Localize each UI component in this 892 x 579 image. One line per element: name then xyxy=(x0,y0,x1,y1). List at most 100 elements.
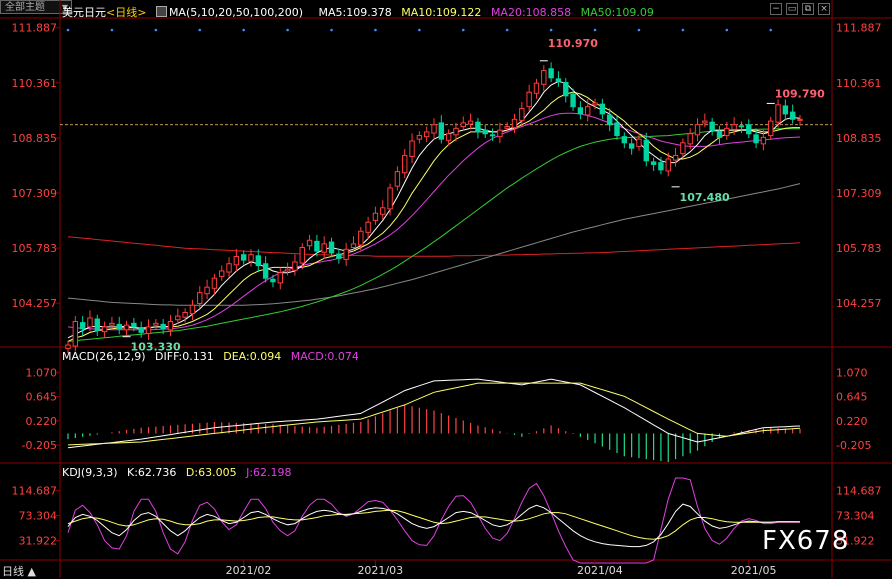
candle-body xyxy=(175,315,181,321)
event-dot xyxy=(198,28,202,32)
candle-body xyxy=(606,114,613,126)
event-dot xyxy=(725,28,729,32)
chart-canvas[interactable]: 111.887 110.361 108.835 107.309 105.783 104.2… xyxy=(0,0,892,578)
x-tick-label: 2021/02 xyxy=(226,564,272,577)
price-annotation: 103.330 xyxy=(131,341,181,354)
macd-panel xyxy=(67,378,801,462)
candle-body xyxy=(658,162,664,171)
candle-body xyxy=(702,120,708,124)
candle-body xyxy=(365,221,371,233)
y-tick-label-right: 104.257 xyxy=(836,297,882,310)
candle-body xyxy=(797,118,803,121)
candle-body xyxy=(211,277,218,289)
candle-body xyxy=(467,120,474,125)
candle-body xyxy=(372,212,379,221)
candle-body xyxy=(189,304,196,315)
candle-body xyxy=(628,143,635,149)
candle-body xyxy=(636,138,642,147)
event-dot xyxy=(374,28,377,32)
candle-body xyxy=(614,122,620,137)
right-axis: 111.887 110.361 108.835 107.309 105.783 104.2… xyxy=(836,22,882,548)
event-dot xyxy=(110,28,114,32)
candle-body xyxy=(621,136,628,144)
event-dot xyxy=(418,28,421,32)
period-tab[interactable]: 日线 ▲ xyxy=(2,563,36,579)
x-tick-label: 2021/04 xyxy=(577,564,623,577)
candle-body xyxy=(409,140,415,158)
y-tick-label-right: 0.645 xyxy=(836,391,868,404)
candle-body xyxy=(789,111,796,120)
candle-body xyxy=(526,91,532,108)
candle-body xyxy=(416,135,423,140)
event-dot xyxy=(681,28,685,32)
candle-body xyxy=(394,171,401,187)
y-tick-label-left: 110.361 xyxy=(12,77,58,90)
y-tick-label-left: 0.220 xyxy=(26,415,58,428)
y-tick-label-left: 0.645 xyxy=(26,391,58,404)
event-dot xyxy=(549,28,553,32)
candle-body xyxy=(226,263,232,273)
event-dot xyxy=(154,28,158,32)
candle-body xyxy=(694,124,701,136)
event-dot xyxy=(637,28,641,32)
candle-body xyxy=(504,126,510,129)
event-dot xyxy=(461,28,465,32)
candle-body xyxy=(563,81,569,97)
period-tab-label: 日线 ▲ xyxy=(2,565,36,578)
candle-body xyxy=(292,261,298,271)
candle-body xyxy=(387,187,393,210)
chart-window: { "header": { "symbol": "美元日元", "period"… xyxy=(0,0,892,578)
ma200-line xyxy=(67,236,801,257)
candle-body xyxy=(402,154,408,174)
moving-averages xyxy=(60,80,832,342)
candle-body xyxy=(116,323,122,330)
candle-body xyxy=(204,286,210,295)
candle-body xyxy=(775,104,781,123)
y-tick-label-right: 108.835 xyxy=(836,132,882,145)
kdj-k-line xyxy=(67,503,801,548)
y-tick-label-left: -0.205 xyxy=(22,439,57,452)
candle-body xyxy=(167,321,174,331)
candle-body xyxy=(438,122,445,140)
event-dot xyxy=(242,28,245,32)
candle-body xyxy=(321,243,327,253)
candle-body xyxy=(299,247,305,264)
price-annotation: 109.790 xyxy=(775,87,825,100)
candle-body xyxy=(782,105,789,115)
candle-body xyxy=(768,120,774,137)
candle-body xyxy=(511,118,518,129)
candle-body xyxy=(680,142,686,155)
candle-body xyxy=(709,121,715,131)
candle-body xyxy=(475,121,481,133)
candle-body xyxy=(460,122,466,128)
candle-body xyxy=(94,318,100,332)
candle-body xyxy=(497,129,503,138)
candle-body xyxy=(336,253,342,259)
candle-body xyxy=(555,78,562,82)
candle-body xyxy=(270,278,276,283)
candle-body xyxy=(197,292,203,304)
event-dot xyxy=(769,28,773,32)
candle-body xyxy=(131,322,137,328)
candle-body xyxy=(519,107,525,121)
kdj-panel xyxy=(67,477,801,564)
price-annotation: 110.970 xyxy=(548,37,598,50)
date-axis: 2021/02 2021/03 2021/04 2021/05 xyxy=(226,560,776,577)
candle-body xyxy=(65,344,71,350)
candle-body xyxy=(87,317,93,328)
candle-body xyxy=(731,124,737,130)
event-markers xyxy=(66,28,773,32)
candle-body xyxy=(284,268,291,272)
candle-body xyxy=(592,102,598,106)
y-tick-label-right: -0.205 xyxy=(836,439,871,452)
candle-body xyxy=(672,154,679,161)
watermark-logo: FX678 xyxy=(762,526,849,556)
price-annotation: 107.480 xyxy=(680,191,730,204)
candle-body xyxy=(248,254,254,262)
candle-body xyxy=(431,124,437,134)
candle-body xyxy=(548,68,554,79)
candle-body xyxy=(687,133,693,145)
candle-body xyxy=(716,130,723,138)
x-tick-label: 2021/03 xyxy=(357,564,403,577)
y-tick-label-left: 108.835 xyxy=(12,132,58,145)
